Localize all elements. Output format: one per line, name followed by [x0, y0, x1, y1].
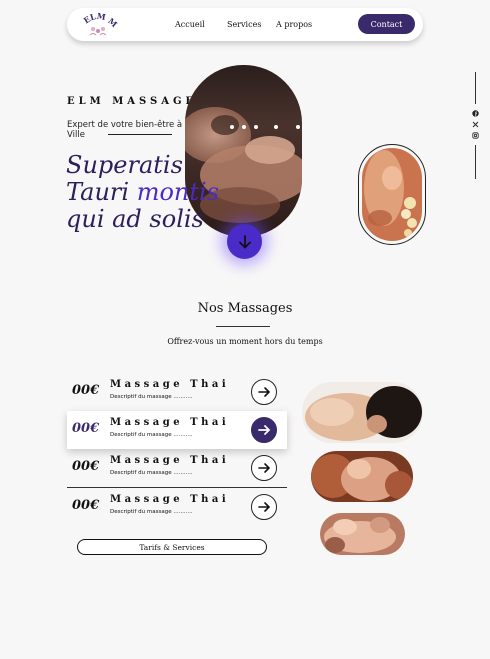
massage-thumbnail-3 [320, 513, 405, 555]
service-row[interactable]: 00€ Massage Thai Descriptif du massage .… [67, 449, 287, 487]
arrow-right-icon [258, 425, 271, 435]
arrow-right-icon [258, 463, 271, 473]
nav-link-a-propos[interactable]: A propos [276, 20, 312, 29]
svg-text:ELM MASSAGE: ELM MASSAGE [77, 9, 119, 29]
service-name: Massage Thai [110, 494, 230, 505]
service-price: 00€ [72, 498, 100, 513]
brand-name: ELM MASSAGE [67, 96, 198, 107]
service-description: Descriptif du massage ........... [110, 470, 193, 476]
x-icon[interactable] [472, 121, 479, 128]
service-name: Massage Thai [110, 379, 230, 390]
tagline-underline [108, 134, 172, 135]
service-arrow-button[interactable] [251, 494, 277, 520]
nav-link-accueil[interactable]: Accueil [175, 20, 205, 29]
service-row[interactable]: 00€ Massage Thai Descriptif du massage .… [67, 488, 287, 526]
service-price: 00€ [72, 383, 100, 398]
service-arrow-button[interactable] [251, 417, 277, 443]
service-name: Massage Thai [110, 417, 230, 428]
hero-title-line-1: Superatis [66, 151, 183, 179]
hero-tagline: Expert de votre bien-être à Ville [67, 120, 183, 140]
section-subtitle: Offrez-vous un moment hors du temps [167, 337, 323, 346]
service-name: Massage Thai [110, 455, 230, 466]
massage-thumbnail-1 [302, 382, 423, 443]
contact-button[interactable]: Contact [358, 14, 415, 34]
hero-title: Superatis Tauri montis qui ad solis [66, 152, 266, 233]
massage-thumbnail-2 [311, 451, 413, 502]
tarifs-services-button[interactable]: Tarifs & Services [77, 539, 267, 555]
section-title: Nos Massages [197, 301, 293, 316]
social-divider-bottom [475, 145, 476, 179]
arrow-down-icon [238, 234, 251, 249]
service-description: Descriptif du massage ........... [110, 394, 193, 400]
service-row[interactable]: 00€ Massage Thai Descriptif du massage .… [67, 373, 287, 411]
logo[interactable]: ELM MASSAGE [73, 1, 119, 40]
arrow-right-icon [258, 387, 271, 397]
service-arrow-button[interactable] [251, 455, 277, 481]
social-divider-top [475, 72, 476, 104]
service-description: Descriptif du massage ........... [110, 432, 193, 438]
scroll-down-button[interactable] [227, 224, 262, 259]
facebook-icon[interactable] [472, 110, 479, 117]
hero-title-line-2: Tauri montis [66, 178, 220, 206]
arrow-right-icon [258, 502, 271, 512]
instagram-icon[interactable] [472, 132, 479, 139]
top-nav-bar: ELM MASSAGE Accueil Services A propos Co… [67, 1, 423, 41]
side-massage-photo [362, 148, 422, 241]
service-description: Descriptif du massage ........... [110, 509, 193, 515]
nav-link-services[interactable]: Services [227, 20, 261, 29]
service-price: 00€ [72, 459, 100, 474]
service-row-active[interactable]: 00€ Massage Thai Descriptif du massage .… [67, 411, 287, 449]
section-title-underline [216, 326, 270, 327]
service-arrow-button[interactable] [251, 379, 277, 405]
service-price: 00€ [72, 421, 100, 436]
